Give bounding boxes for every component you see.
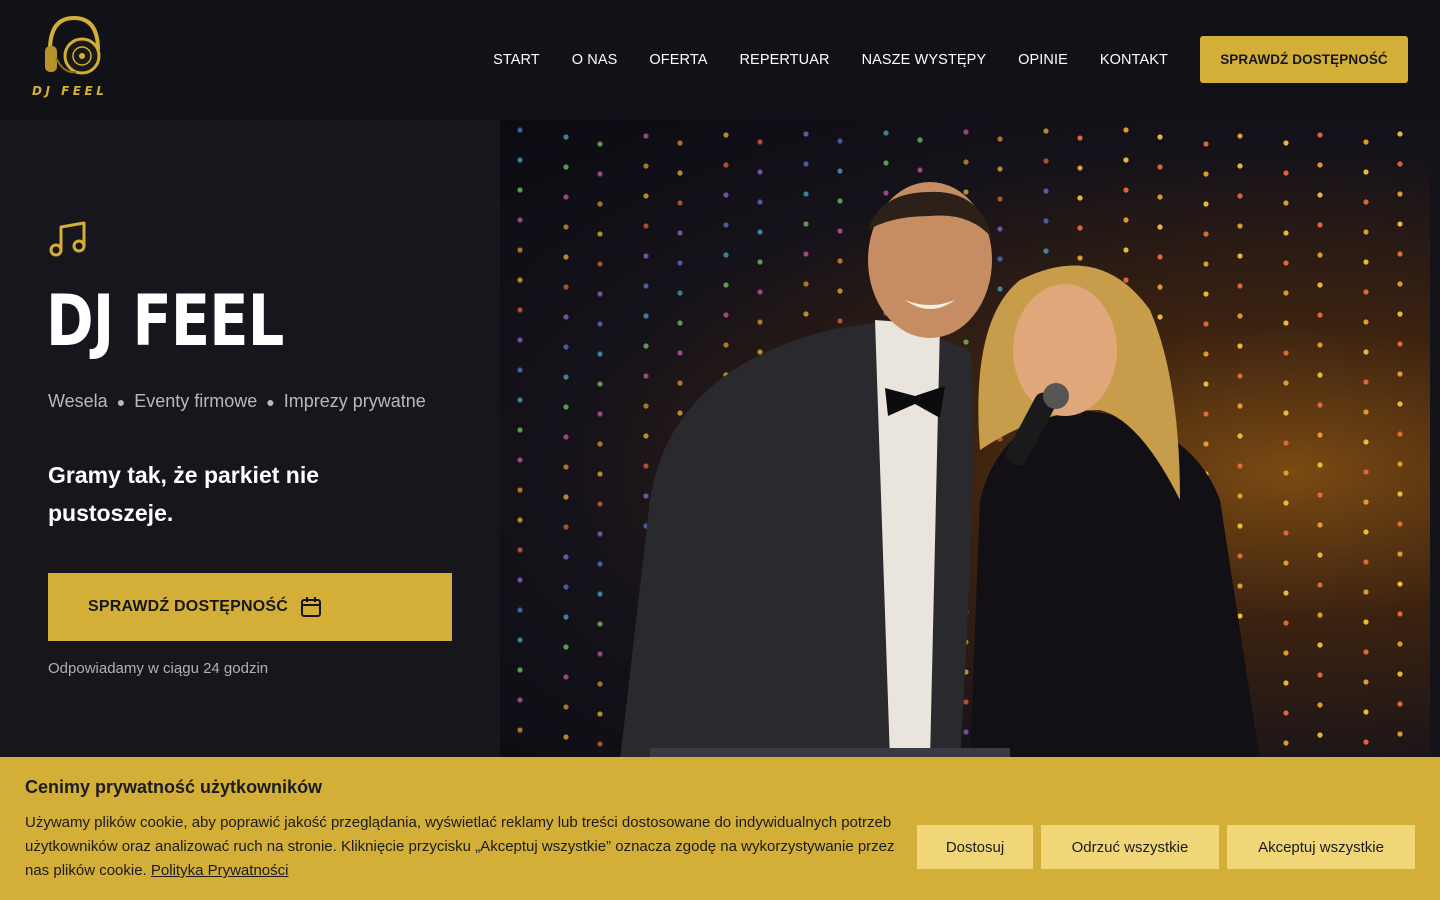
hero-availability-button[interactable]: SPRAWDŹ DOSTĘPNOŚĆ bbox=[48, 573, 452, 641]
music-note-icon bbox=[48, 220, 88, 263]
cookie-accept-all-button[interactable]: Akceptuj wszystkie bbox=[1227, 825, 1415, 869]
nav-item-kontakt[interactable]: KONTAKT bbox=[1100, 52, 1168, 68]
dj-duo-photo bbox=[517, 127, 1403, 760]
hero-photo bbox=[500, 120, 1430, 760]
headphones-logo-icon bbox=[45, 15, 101, 75]
privacy-policy-link[interactable]: Polityka Prywatności bbox=[151, 862, 289, 879]
nav-item-oferta[interactable]: OFERTA bbox=[649, 52, 707, 68]
nav-item-start[interactable]: START bbox=[493, 52, 540, 68]
cookie-banner: Cenimy prywatność użytkowników Używamy p… bbox=[0, 757, 1440, 900]
site-header: DJ FEEL START O NAS OFERTA REPERTUAR NAS… bbox=[0, 0, 1440, 120]
logo[interactable]: DJ FEEL bbox=[30, 14, 120, 100]
tag-private-parties: Imprezy prywatne bbox=[283, 391, 426, 411]
nav-item-nasze-wystepy[interactable]: NASZE WYSTĘPY bbox=[862, 52, 987, 68]
tag-weddings: Wesela bbox=[48, 391, 108, 411]
hero-tagline: Gramy tak, że parkiet nie pustoszeje. bbox=[48, 462, 320, 526]
separator-dot-icon: ● bbox=[116, 394, 126, 410]
nav-item-opinie[interactable]: OPINIE bbox=[1018, 52, 1068, 68]
header-availability-button[interactable]: SPRAWDŹ DOSTĘPNOŚĆ bbox=[1200, 36, 1408, 83]
cookie-customize-button[interactable]: Dostosuj bbox=[917, 825, 1033, 869]
calendar-icon bbox=[300, 596, 322, 618]
logo-text: DJ FEEL bbox=[32, 84, 108, 98]
hero-section: DJ FEEL Wesela ● Eventy firmowe ● Imprez… bbox=[0, 120, 500, 760]
separator-dot-icon: ● bbox=[266, 394, 275, 410]
tag-corporate-events: Eventy firmowe bbox=[134, 391, 258, 411]
nav-item-repertuar[interactable]: REPERTUAR bbox=[739, 52, 829, 68]
cookie-description: Używamy plików cookie, aby poprawić jako… bbox=[25, 811, 905, 883]
hero-tags: Wesela ● Eventy firmowe ● Imprezy prywat… bbox=[48, 391, 426, 412]
main-nav: START O NAS OFERTA REPERTUAR NASZE WYSTĘ… bbox=[461, 0, 1168, 120]
hero-title: DJ FEEL bbox=[46, 280, 284, 362]
hero-cta-label: SPRAWDŹ DOSTĘPNOŚĆ bbox=[88, 598, 289, 615]
cookie-reject-all-button[interactable]: Odrzuć wszystkie bbox=[1041, 825, 1219, 869]
scrollbar-track[interactable] bbox=[1430, 120, 1440, 760]
response-note: Odpowiadamy w ciągu 24 godzin bbox=[48, 660, 269, 677]
nav-item-o-nas[interactable]: O NAS bbox=[572, 52, 618, 68]
cookie-title: Cenimy prywatność użytkowników bbox=[25, 777, 323, 797]
